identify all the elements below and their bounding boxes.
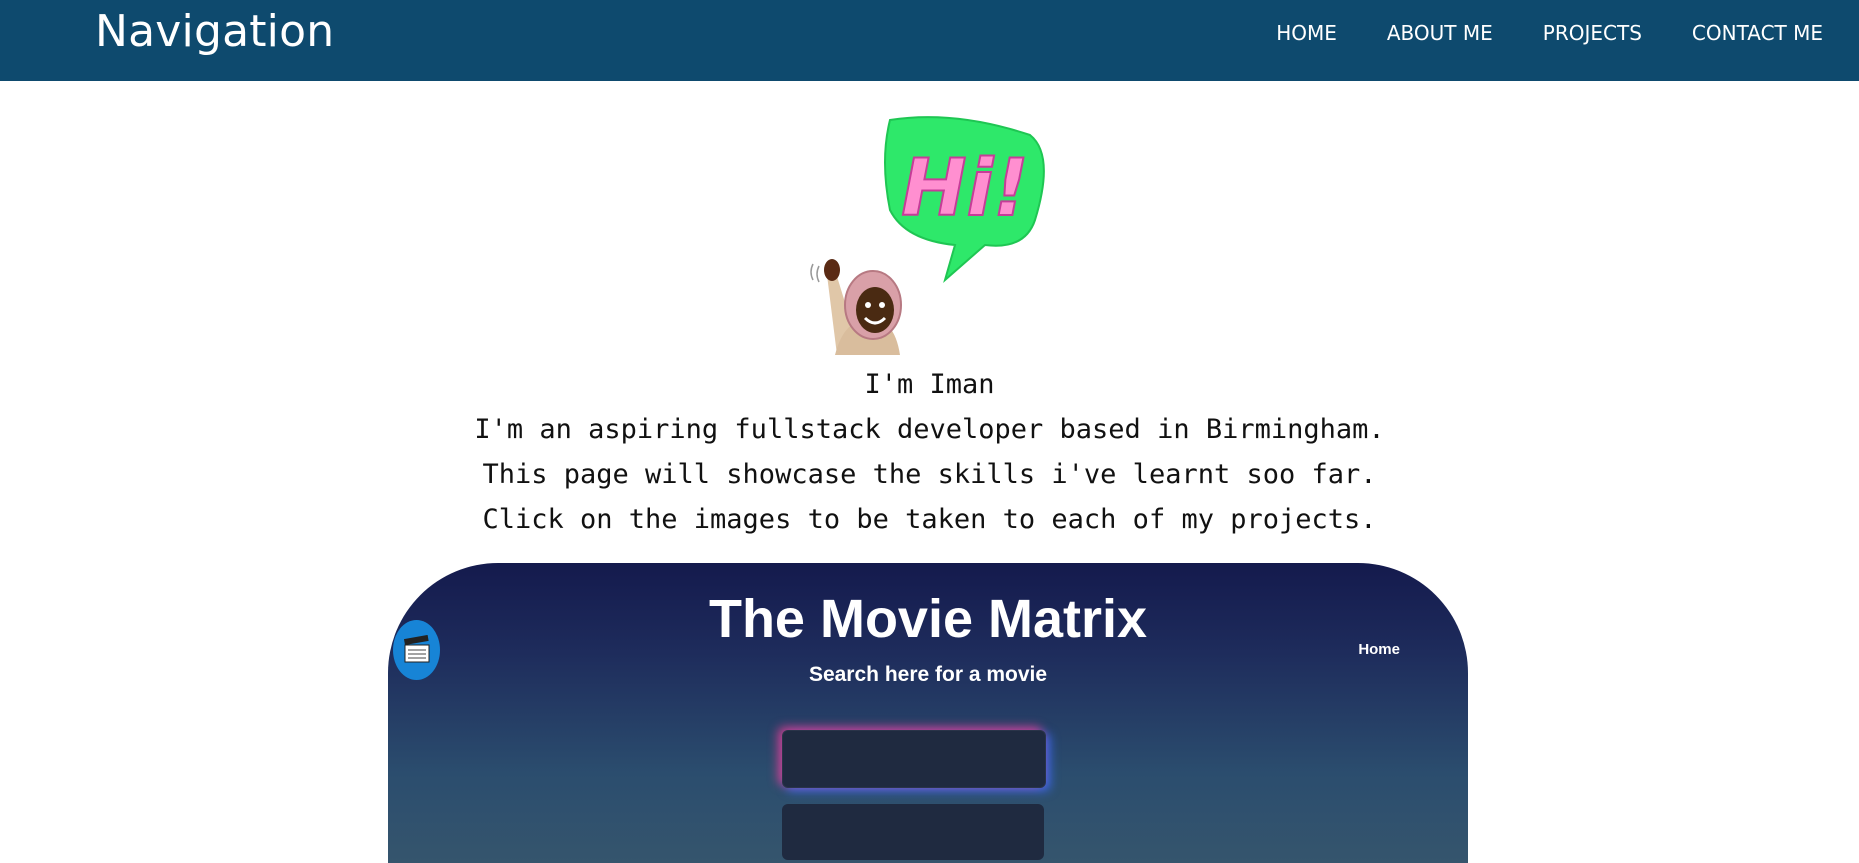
intro-line-2: I'm an aspiring fullstack developer base…	[474, 414, 1385, 445]
avatar-face	[856, 287, 894, 333]
top-navbar: Navigation HOME ABOUT ME PROJECTS CONTAC…	[0, 0, 1859, 81]
movie-search-input[interactable]	[782, 730, 1046, 788]
nav-link-about-me[interactable]: ABOUT ME	[1387, 21, 1493, 45]
intro-text: I'm Iman I'm an aspiring fullstack devel…	[0, 362, 1859, 542]
bubble-text: Hi!	[901, 144, 1029, 234]
project-preview-movie-matrix[interactable]: The Movie Matrix Home Search here for a …	[388, 563, 1468, 863]
nav-link-projects[interactable]: PROJECTS	[1543, 21, 1642, 45]
hi-bitmoji-image: Hi!	[805, 110, 1055, 355]
nav-brand[interactable]: Navigation	[95, 6, 334, 57]
project-home-link[interactable]: Home	[1358, 641, 1400, 658]
intro-line-4: Click on the images to be taken to each …	[482, 504, 1377, 535]
movie-search-button[interactable]	[782, 804, 1044, 860]
project-subtitle: Search here for a movie	[808, 663, 1048, 686]
project-title: The Movie Matrix	[708, 589, 1148, 649]
intro-line-3: This page will showcase the skills i've …	[482, 459, 1377, 490]
waving-hand	[824, 259, 840, 281]
nav-link-home[interactable]: HOME	[1276, 21, 1337, 45]
nav-link-contact-me[interactable]: CONTACT ME	[1692, 21, 1823, 45]
intro-name-line: I'm Iman	[864, 369, 995, 400]
nav-links: HOME ABOUT ME PROJECTS CONTACT ME	[1276, 21, 1823, 45]
